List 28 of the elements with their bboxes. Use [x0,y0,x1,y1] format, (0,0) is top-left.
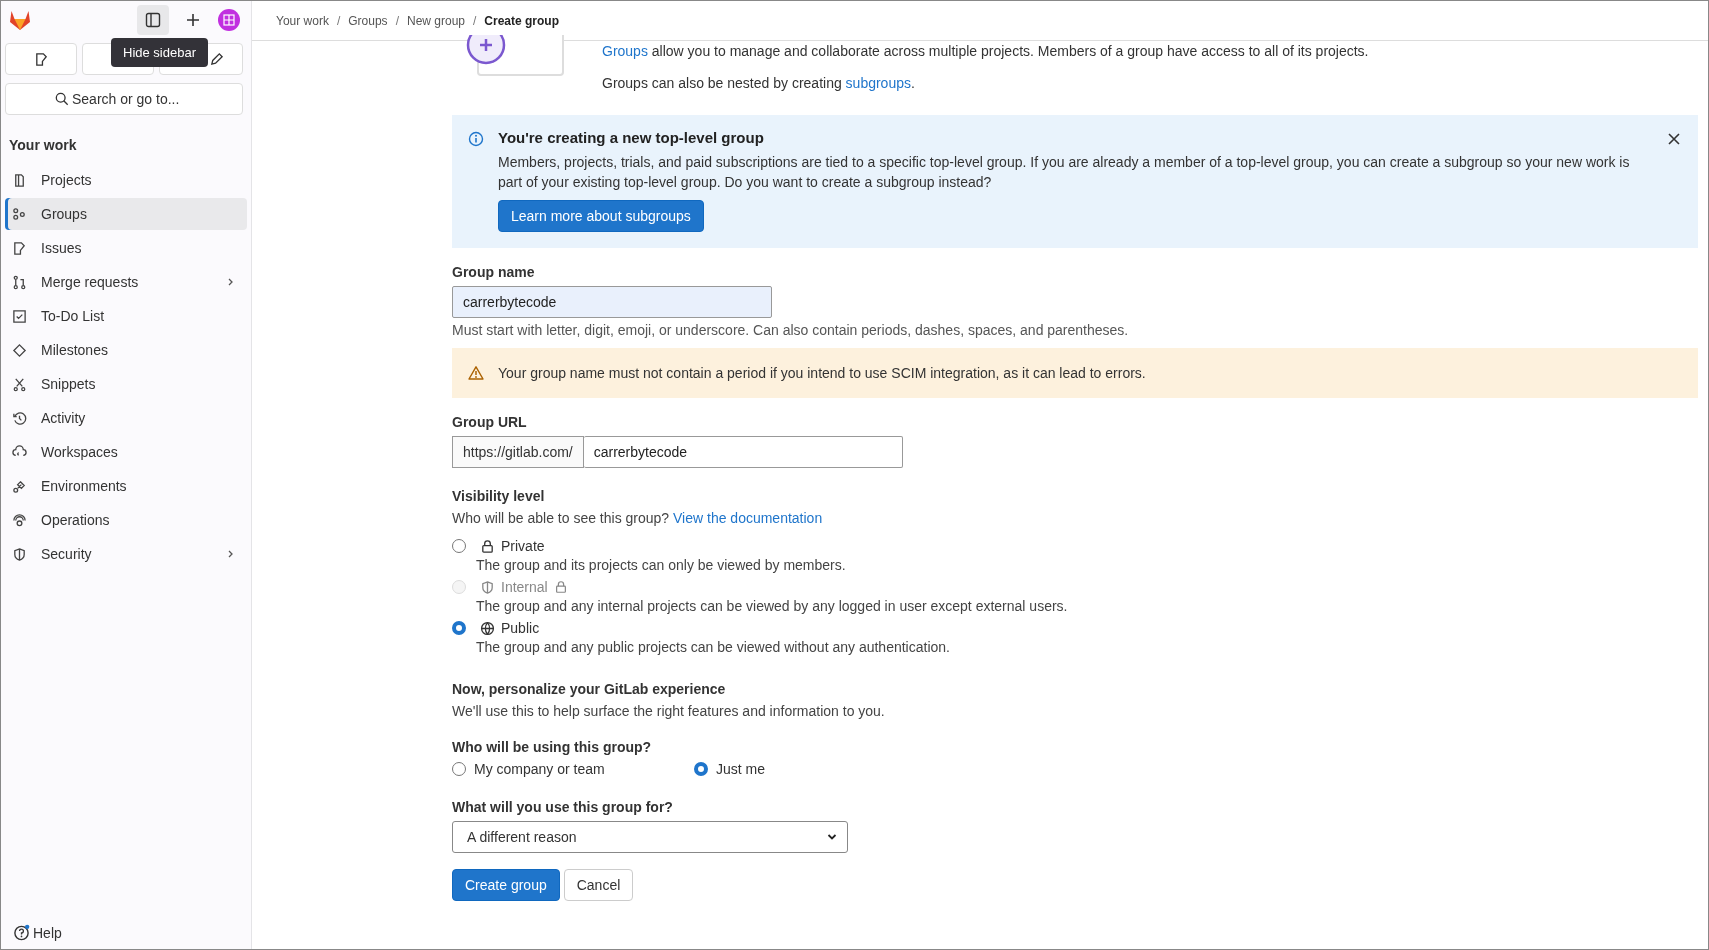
section-title: Now, personalize your GitLab experience [452,681,727,697]
section-subtitle: We'll use this to help surface the right features and information to you. [452,703,886,719]
visibility-question: Who will be able to see this group? View the documentation [452,510,824,526]
field-label: Group URL [452,414,528,430]
option-label: My company or team [474,761,605,777]
alert-title: You're creating a new top-level group [498,129,765,146]
field-label: What will you use this group for? [452,799,674,815]
option-description: The group and its projects can only be viewed by members. [476,557,847,573]
option-description: The group and any internal projects can be viewed by any logged in user except external users. [476,598,1069,614]
breadcrumb-separator: / [473,13,477,28]
option-label: Just me [716,761,765,777]
option-label: Public [501,620,540,636]
tooltip: Hide sidebar [111,38,208,67]
help-text: Must start with letter, digit, emoji, or underscore. Can also contain periods, dashes, spaces, and parentheses. [452,322,1130,338]
breadcrumb-separator: / [336,13,341,28]
intro-text: Groups allow you to manage and collaborate across multiple projects. Members of a group have access to all of its projects. [602,43,1369,59]
option-label: Internal [501,579,548,595]
field-label: Who will be using this group? [452,739,653,755]
url-prefix: https://gitlab.com/ [452,436,584,468]
intro-text: Groups can also be nested by creating subgroups. [602,75,916,91]
option-description: The group and any public projects can be viewed without any authentication. [476,639,951,655]
alert-text: Members, projects, trials, and paid subscriptions are tied to a specific top-level group. If you are already a member of a top-level group, you can create a subgroup so your new work is part of your existing top-level group. Do you want to create a subgroup instead? [498,153,1631,192]
field-label: Visibility level [452,488,546,504]
field-label: Group name [452,264,536,280]
option-label: Private [501,538,545,554]
section-heading: Your work [8,136,78,155]
warning-text: Your group name must not contain a period if you intend to use SCIM integration, as it can lead to errors. [498,365,1146,381]
breadcrumb-separator: / [395,13,399,28]
